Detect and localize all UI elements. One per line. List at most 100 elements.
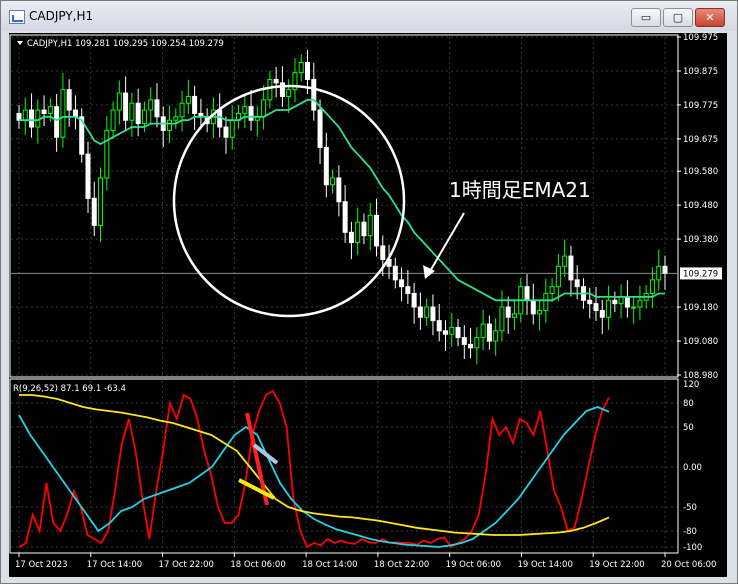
candle-body <box>242 106 248 114</box>
header-dropdown-icon <box>17 41 23 45</box>
candle-body <box>511 313 517 318</box>
candle-body <box>380 245 386 261</box>
osc-axis-label: -50 <box>683 503 697 513</box>
candle-body <box>606 299 612 318</box>
candle-body <box>486 323 492 342</box>
x-axis-label: 17 Oct 14:00 <box>87 560 142 570</box>
candle-body <box>173 116 179 121</box>
chart-canvas[interactable]: 109.975 109.875 109.775 109.675 109.580 109.4… <box>9 33 727 577</box>
candle-body <box>662 265 668 274</box>
candle-body <box>624 296 630 308</box>
candle-body <box>631 306 637 309</box>
candle-body <box>54 106 60 138</box>
candle-body <box>499 306 505 332</box>
price-axis-label: 109.775 <box>683 101 718 111</box>
candle-body <box>110 109 116 131</box>
candle-body <box>179 102 185 118</box>
price-header-text: CADJPY,H1 109.281 109.295 109.254 109.27… <box>27 39 224 49</box>
osc-axis-label: -80 <box>683 527 697 537</box>
candle-body <box>537 309 543 315</box>
x-axis-label: 19 Oct 14:00 <box>517 560 572 570</box>
candle-body <box>411 292 417 308</box>
candle-body <box>399 279 405 288</box>
candle-body <box>91 197 97 227</box>
candle-body <box>442 330 448 335</box>
oscillator-header-text: R(9,26,52) 87.1 69.1 -63.4 <box>13 384 126 394</box>
candle-body <box>85 153 91 199</box>
osc-axis-label: 80 <box>683 399 694 409</box>
x-axis-label: 18 Oct 06:00 <box>230 560 285 570</box>
candle-body <box>192 95 198 114</box>
price-axis-label: 109.675 <box>683 135 718 145</box>
candle-body <box>543 292 549 311</box>
candle-body <box>154 99 160 118</box>
x-axis-label: 19 Oct 06:00 <box>446 560 501 570</box>
chart-icon <box>9 10 25 24</box>
price-axis-label: 109.180 <box>683 303 718 313</box>
candle-body <box>405 286 411 294</box>
candle-body <box>223 126 229 138</box>
candle-body <box>311 78 317 111</box>
candle-body <box>649 279 655 294</box>
candle-body <box>317 109 323 148</box>
candle-body <box>273 78 279 84</box>
x-axis-label: 18 Oct 22:00 <box>374 560 429 570</box>
maximize-button[interactable]: ▢ <box>663 8 693 27</box>
candle-body <box>60 89 66 138</box>
candle-body <box>98 177 104 227</box>
candle-body <box>66 89 72 111</box>
candle-body <box>430 306 436 322</box>
candle-body <box>449 326 455 335</box>
minimize-button[interactable]: ▭ <box>631 8 661 27</box>
candle-body <box>22 109 28 121</box>
candle-body <box>267 78 273 101</box>
price-axis-label: 109.480 <box>683 201 718 211</box>
chart-svg[interactable]: 109.975 109.875 109.775 109.675 109.580 109.4… <box>9 33 727 577</box>
x-axis-label: 17 Oct 2023 <box>15 560 68 570</box>
candle-body <box>135 102 141 125</box>
candle-body <box>549 286 555 294</box>
candle-body <box>323 146 329 186</box>
candle-body <box>436 320 442 332</box>
window-title: CADJPY,H1 <box>29 9 94 23</box>
candle-body <box>568 255 574 281</box>
candle-body <box>330 177 336 186</box>
candle-body <box>599 309 605 318</box>
candle-body <box>587 299 593 305</box>
candle-body <box>618 296 624 305</box>
candle-body <box>342 201 348 233</box>
candle-body <box>185 95 191 104</box>
candle-body <box>355 221 361 244</box>
current-price-label: 109.279 <box>683 269 718 279</box>
candle-body <box>656 265 662 281</box>
candle-body <box>612 299 618 305</box>
candle-body <box>261 99 267 118</box>
candle-body <box>417 306 423 318</box>
candle-body <box>348 231 354 244</box>
title-bar[interactable]: CADJPY,H1 ▭ ▢ ✕ <box>1 1 737 31</box>
candle-body <box>505 306 511 318</box>
x-axis-label: 19 Oct 22:00 <box>589 560 644 570</box>
candle-body <box>248 106 254 121</box>
highlight-circle <box>172 84 406 318</box>
candle-body <box>424 306 430 318</box>
candle-body <box>29 109 35 128</box>
chart-window: CADJPY,H1 ▭ ▢ ✕ 109.975 109.875 109.775 109… <box>0 0 738 584</box>
osc-series-line-2 <box>19 394 610 536</box>
candle-body <box>148 99 154 111</box>
osc-axis-label: -100 <box>683 543 702 553</box>
candle-body <box>16 112 22 121</box>
close-button[interactable]: ✕ <box>695 8 725 27</box>
price-axis-label: 109.975 <box>683 33 718 43</box>
candle-body <box>562 255 568 267</box>
candle-body <box>392 265 398 281</box>
osc-axis-label: 0.00 <box>683 463 702 473</box>
candle-body <box>41 109 47 114</box>
candle-body <box>286 89 292 97</box>
oscillator-panel-frame <box>9 378 679 554</box>
ema-annotation-text: 1時間足EMA21 <box>449 178 591 202</box>
candle-body <box>336 177 342 203</box>
candle-body <box>480 323 486 339</box>
candle-body <box>123 92 129 121</box>
candle-body <box>229 119 235 138</box>
